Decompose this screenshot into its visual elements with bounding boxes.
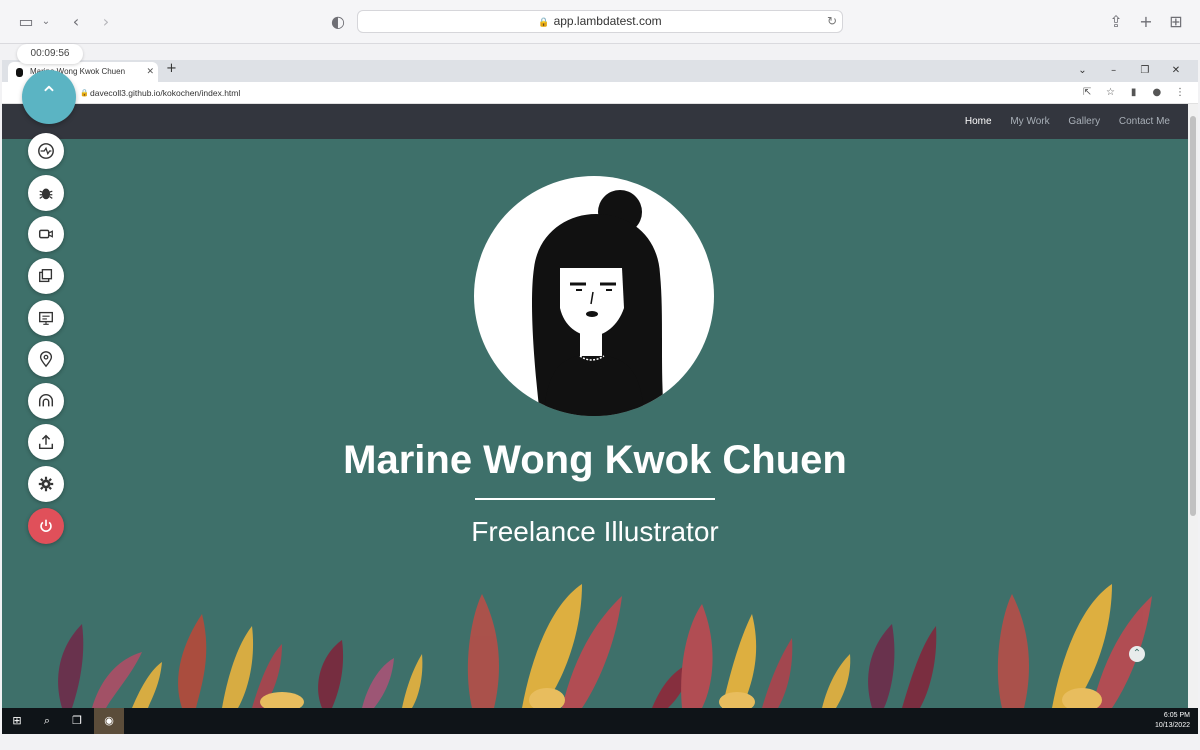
safari-toolbar: ▭ ⌄ ‹ › ◐ 🔒 app.lambdatest.com ↻ ⇪ + ⊞: [0, 0, 1200, 44]
reload-icon[interactable]: ↻: [827, 11, 837, 32]
sidebar-toggle-icon[interactable]: ▭: [16, 12, 36, 32]
url-lock-icon: 🔒: [80, 89, 89, 97]
restore-icon[interactable]: ❐: [1131, 60, 1159, 82]
share-page-icon[interactable]: ⇱: [1077, 82, 1097, 104]
forward-icon[interactable]: ›: [96, 12, 116, 32]
bug-report-button[interactable]: [28, 175, 64, 211]
minimize-icon[interactable]: –: [1100, 60, 1128, 82]
safari-address-text: app.lambdatest.com: [553, 14, 662, 28]
resolution-icon: [39, 311, 53, 325]
upload-icon: [38, 434, 54, 450]
end-session-button[interactable]: [28, 508, 64, 544]
hero-divider: [475, 498, 715, 500]
profile-icon[interactable]: ●: [1147, 82, 1167, 104]
favicon-icon: [16, 68, 23, 77]
site-navbar: Home My Work Gallery Contact Me: [2, 104, 1188, 139]
chrome-taskbar-icon[interactable]: ◉: [94, 708, 124, 734]
resolution-button[interactable]: [28, 300, 64, 336]
scrollbar-thumb[interactable]: [1190, 116, 1196, 516]
tab-search-icon[interactable]: ⌄: [1068, 60, 1096, 82]
portfolio-page: Home My Work Gallery Contact Me Marine W…: [2, 104, 1188, 708]
new-tab-plus-icon[interactable]: +: [166, 61, 177, 76]
record-video-button[interactable]: [28, 216, 64, 252]
collapse-toolbar-button[interactable]: ⌃: [22, 70, 76, 124]
clock-time: 6:05 PM: [1163, 712, 1190, 719]
geolocation-button[interactable]: [28, 341, 64, 377]
clock-date: 10/13/2022: [1154, 722, 1190, 729]
window-controls: ⌄ – ❐ ✕: [1068, 60, 1190, 82]
close-tab-icon[interactable]: ✕: [146, 62, 154, 82]
task-view-icon[interactable]: ❐: [62, 708, 92, 734]
page-scrollbar[interactable]: [1188, 104, 1198, 708]
safari-address-bar[interactable]: 🔒 app.lambdatest.com ↻: [357, 10, 843, 33]
scroll-to-top-button[interactable]: ⌃: [1129, 646, 1145, 662]
omnibox-actions: ⇱ ☆ ▮ ● ⋮: [1077, 82, 1190, 104]
chrome-tab-strip: Marine Wong Kwok Chuen ✕ + ⌄ – ❐ ✕: [2, 60, 1198, 82]
nav-contact-me[interactable]: Contact Me: [1119, 116, 1170, 127]
tab-overview-icon[interactable]: ⊞: [1166, 12, 1186, 32]
lock-icon: 🔒: [538, 18, 550, 28]
windows-start-icon[interactable]: ⊞: [2, 708, 32, 734]
window-close-icon[interactable]: ✕: [1162, 60, 1190, 82]
side-panel-icon[interactable]: ▮: [1124, 82, 1144, 104]
tunnel-button[interactable]: [28, 383, 64, 419]
hero-tagline: Freelance Illustrator: [471, 516, 719, 547]
nav-home[interactable]: Home: [965, 116, 992, 127]
shield-icon[interactable]: ◐: [328, 12, 348, 32]
upload-file-button[interactable]: [28, 424, 64, 460]
location-pin-icon: [39, 351, 53, 368]
tunnel-icon: [38, 393, 54, 407]
share-icon[interactable]: ⇪: [1106, 12, 1126, 32]
system-clock: 6:05 PM 10/13/2022: [1155, 711, 1190, 731]
hero-name: Marine Wong Kwok Chuen: [343, 438, 847, 482]
nav-gallery[interactable]: Gallery: [1068, 116, 1100, 127]
bug-icon: [39, 188, 53, 200]
back-icon[interactable]: ‹: [66, 12, 86, 32]
session-timer: 00:09:56: [17, 44, 83, 64]
power-icon: [40, 519, 52, 532]
decorative-leaves: [58, 584, 1152, 708]
new-tab-icon[interactable]: +: [1136, 12, 1156, 32]
chevron-down-icon[interactable]: ⌄: [36, 12, 56, 32]
settings-button[interactable]: [28, 466, 64, 502]
screenshot-icon: [39, 269, 53, 283]
chrome-url-text[interactable]: davecoll3.github.io/kokochen/index.html: [90, 82, 240, 104]
chrome-omnibox[interactable]: 🔒 davecoll3.github.io/kokochen/index.htm…: [2, 82, 1198, 104]
bookmark-star-icon[interactable]: ☆: [1100, 82, 1120, 104]
chrome-menu-icon[interactable]: ⋮: [1170, 82, 1190, 104]
settings-icon: [38, 476, 54, 492]
illustrator-avatar: [474, 176, 714, 416]
network-throttle-icon: [38, 143, 54, 159]
windows-taskbar: ⊞ ⌕ ❐ ◉ 6:05 PM 10/13/2022: [2, 708, 1198, 734]
screenshot-button[interactable]: [28, 258, 64, 294]
video-camera-icon: [38, 229, 53, 239]
nav-my-work[interactable]: My Work: [1010, 116, 1049, 127]
network-throttle-button[interactable]: [28, 133, 64, 169]
search-icon[interactable]: ⌕: [32, 708, 62, 734]
